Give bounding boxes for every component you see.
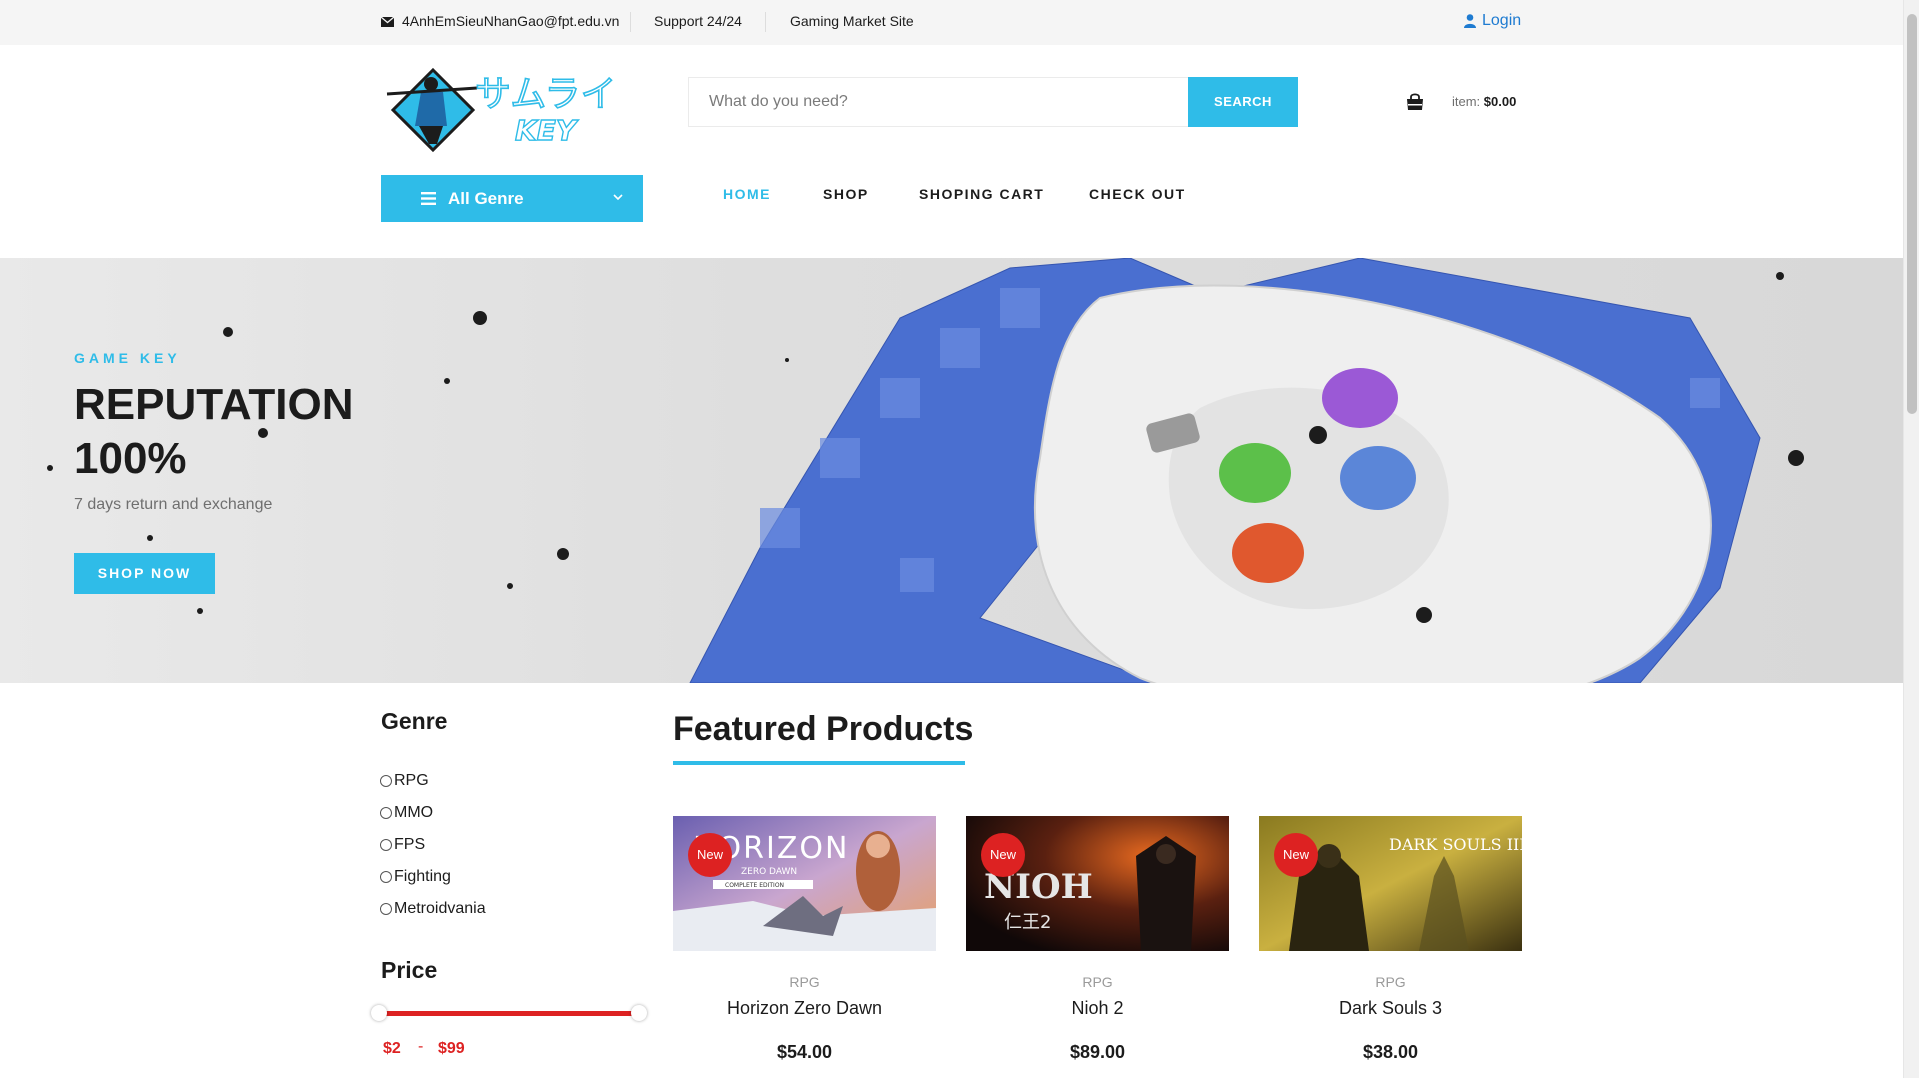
genre-filter-list: RPG MMO FPS Fighting Metroidvania xyxy=(380,765,486,925)
genre-option-mmo[interactable]: MMO xyxy=(380,797,486,829)
nav-shop[interactable]: SHOP xyxy=(823,186,869,202)
product-card[interactable]: DARK SOULS III New RPG Dark Souls 3 $38.… xyxy=(1259,816,1522,1063)
contact-email[interactable]: 4AnhEmSieuNhanGao@fpt.edu.vn xyxy=(381,0,619,45)
product-category: RPG xyxy=(1082,974,1113,990)
site-text: Gaming Market Site xyxy=(790,13,914,29)
new-badge: New xyxy=(688,833,732,877)
new-badge: New xyxy=(1274,833,1318,877)
all-genre-label: All Genre xyxy=(448,189,524,208)
top-bar: 4AnhEmSieuNhanGao@fpt.edu.vn Support 24/… xyxy=(0,0,1903,45)
email-text: 4AnhEmSieuNhanGao@fpt.edu.vn xyxy=(402,13,620,29)
featured-products-title: Featured Products xyxy=(673,710,974,748)
price-max-value: $99 xyxy=(438,1040,465,1057)
product-category: RPG xyxy=(789,974,820,990)
samurai-logo-icon: サムライ KEY xyxy=(386,67,617,153)
genre-option-rpg[interactable]: RPG xyxy=(380,765,486,797)
login-label: Login xyxy=(1482,12,1522,29)
search-button[interactable]: SEARCH xyxy=(1188,77,1298,127)
genre-option-label: FPS xyxy=(394,836,426,853)
product-category: RPG xyxy=(1375,974,1406,990)
chevron-down-icon xyxy=(613,194,623,201)
logo-en-text: KEY xyxy=(515,114,579,147)
price-heading: Price xyxy=(381,957,438,983)
scrollbar-thumb[interactable] xyxy=(1907,14,1917,414)
cover-subtitle: ZERO DAWN xyxy=(741,867,797,877)
product-image[interactable]: NIOH 仁王2 New xyxy=(966,816,1229,951)
genre-option-metroidvania[interactable]: Metroidvania xyxy=(380,893,486,925)
hero-subtitle: 7 days return and exchange xyxy=(74,496,273,513)
menu-icon xyxy=(421,192,436,205)
title-underline xyxy=(673,761,965,765)
genre-option-label: Metroidvania xyxy=(394,900,486,917)
hero-title: REPUTATION 100% xyxy=(74,380,354,483)
radio-button[interactable] xyxy=(380,839,392,851)
cover-edition: COMPLETE EDITION xyxy=(725,882,784,889)
cover-title: DARK SOULS III xyxy=(1389,835,1522,854)
cover-subtitle: 仁王2 xyxy=(1004,912,1051,933)
all-genre-button[interactable]: All Genre xyxy=(381,175,643,222)
price-separator: - xyxy=(418,1038,424,1055)
new-badge: New xyxy=(981,833,1025,877)
product-price: $38.00 xyxy=(1362,1042,1419,1062)
product-image[interactable]: DARK SOULS III New xyxy=(1259,816,1522,951)
product-image[interactable]: HORIZON ZERO DAWN COMPLETE EDITION New xyxy=(673,816,936,951)
product-card[interactable]: NIOH 仁王2 New RPG Nioh 2 $89.00 xyxy=(966,816,1229,1063)
genre-option-fighting[interactable]: Fighting xyxy=(380,861,486,893)
support-text: Support 24/24 xyxy=(654,13,742,29)
hero-kicker: GAME KEY xyxy=(74,350,181,366)
product-name[interactable]: Horizon Zero Dawn xyxy=(673,998,936,1019)
shopping-bag-icon[interactable] xyxy=(1405,92,1425,112)
nav-home[interactable]: HOME xyxy=(723,186,771,202)
hero-banner: GAME KEY REPUTATION 100% 7 days return a… xyxy=(0,258,1903,683)
shop-now-button[interactable]: SHOP NOW xyxy=(74,553,215,594)
page-scrollbar[interactable] xyxy=(1903,0,1919,1078)
product-name[interactable]: Dark Souls 3 xyxy=(1259,998,1522,1019)
genre-option-label: Fighting xyxy=(394,868,451,885)
divider xyxy=(765,12,766,32)
cart-label: item: xyxy=(1452,94,1481,109)
genre-option-label: MMO xyxy=(394,804,434,821)
logo-jp-text: サムライ xyxy=(475,74,616,115)
cart-total: item: $0.00 xyxy=(1452,94,1516,109)
nav-shopping-cart[interactable]: SHOPING CART xyxy=(919,186,1044,202)
radio-button[interactable] xyxy=(380,871,392,883)
radio-button[interactable] xyxy=(380,775,392,787)
search-input[interactable] xyxy=(689,78,1187,126)
product-price: $89.00 xyxy=(1069,1042,1126,1062)
price-range-track xyxy=(383,1011,633,1016)
user-icon xyxy=(1464,13,1476,28)
product-price: $54.00 xyxy=(776,1042,833,1062)
price-max-handle[interactable] xyxy=(631,1005,647,1021)
site-logo[interactable]: サムライ KEY xyxy=(381,64,621,156)
nav-checkout[interactable]: CHECK OUT xyxy=(1089,186,1186,202)
product-name[interactable]: Nioh 2 xyxy=(966,998,1229,1019)
price-min-handle[interactable] xyxy=(371,1005,387,1021)
divider xyxy=(630,12,631,32)
genre-option-label: RPG xyxy=(394,772,429,789)
radio-button[interactable] xyxy=(380,903,392,915)
genre-heading: Genre xyxy=(381,708,448,734)
product-card[interactable]: HORIZON ZERO DAWN COMPLETE EDITION New R… xyxy=(673,816,936,1063)
genre-option-fps[interactable]: FPS xyxy=(380,829,486,861)
search-form: SEARCH xyxy=(688,77,1298,127)
mail-icon xyxy=(381,17,394,28)
login-link[interactable]: Login xyxy=(1464,0,1903,45)
cart-amount: $0.00 xyxy=(1483,94,1517,109)
radio-button[interactable] xyxy=(380,807,392,819)
price-min-value: $2 xyxy=(383,1040,401,1057)
